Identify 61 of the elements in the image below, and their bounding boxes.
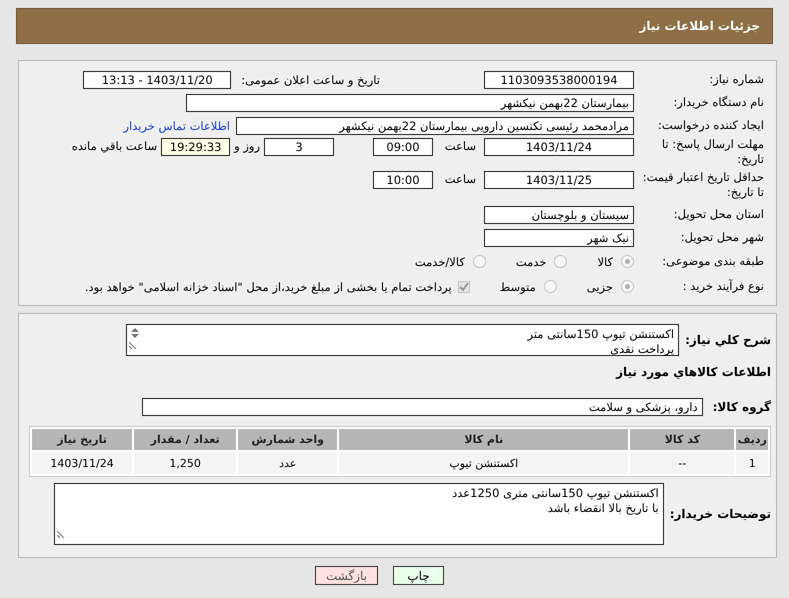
- description-field[interactable]: اکستنشن تیوپ 150سانتی متر پرداخت نقدی: [126, 324, 680, 356]
- option-label: خدمت: [516, 254, 546, 268]
- field-label: نام دستگاه خریدار:: [672, 95, 764, 110]
- field-label: توضیحات خریدار:: [670, 506, 771, 522]
- column-header: نام کالا: [339, 429, 628, 450]
- remaining-time-field[interactable]: 19:29:33: [161, 138, 230, 156]
- print-button[interactable]: چاپ: [393, 566, 444, 585]
- column-header: واحد شمارش: [238, 429, 338, 450]
- validity-date-field[interactable]: 1403/11/25: [484, 171, 634, 189]
- checkbox[interactable]: [458, 280, 470, 292]
- field-label: شهر محل تحویل:: [680, 230, 764, 245]
- field-label: طبقه بندی موضوعی:: [661, 254, 764, 269]
- contact-link[interactable]: اطلاعات تماس خریدار: [123, 118, 230, 132]
- field-label: شرح کلي نياز:: [685, 332, 771, 348]
- goods-group-field[interactable]: دارو، پزشکی و سلامت: [142, 398, 703, 416]
- city-field[interactable]: نیک شهر: [484, 228, 634, 246]
- treasury-note: پرداخت تمام یا بخشی از مبلغ خرید،از محل "اسناد خزانه اسلامی" خواهد بود.: [84, 280, 452, 294]
- table-cell: عدد: [238, 452, 338, 474]
- radio-button[interactable]: [554, 255, 568, 268]
- option-label: جزیی: [586, 280, 613, 294]
- validity-time-field[interactable]: 10:00: [373, 171, 433, 189]
- table-cell: 1403/11/24: [32, 452, 132, 474]
- field-label: ساعت: [444, 139, 477, 153]
- section-heading: اطلاعات كالاهاي مورد نياز: [614, 365, 771, 381]
- deadline-time-field[interactable]: 09:00: [373, 138, 433, 156]
- column-header: ردیف: [736, 429, 768, 450]
- table-cell: اکستنشن تیوپ: [339, 452, 628, 474]
- province-field[interactable]: سیستان و بلوچستان: [484, 206, 634, 224]
- back-button[interactable]: بازگشت: [315, 566, 378, 585]
- page-title: جزئیات اطلاعات نیاز: [639, 19, 760, 33]
- radio-button[interactable]: [544, 280, 557, 293]
- column-header: تعداد / مقدار: [134, 429, 236, 450]
- field-label: شماره نیاز:: [708, 72, 764, 87]
- buyer-notes-field[interactable]: اکستنشن تیوپ 150سانتی متری 1250عدد با تاریخ بالا انقضاء باشد: [54, 483, 664, 545]
- column-header: تاریخ نیاز: [32, 429, 132, 450]
- field-label: تاریخ و ساعت اعلان عمومی:: [241, 72, 380, 86]
- deadline-date-field[interactable]: 1403/11/24: [484, 138, 634, 156]
- table-cell: 1: [736, 452, 768, 474]
- buyer-org-field[interactable]: بیمارستان 22بهمن نیکشهر: [186, 94, 634, 112]
- creator-field[interactable]: مرادمحمد رئیسی تکنسین دارویی بیمارستان 22بهمن نیکشهر: [236, 116, 634, 134]
- option-label: متوسط: [500, 280, 536, 294]
- radio-button[interactable]: [621, 255, 634, 268]
- column-header: کد کالا: [630, 429, 734, 450]
- field-label: ساعت باقي مانده: [72, 139, 158, 153]
- option-label: کالا/خدمت: [414, 254, 465, 268]
- field-label: ایجاد کننده درخواست:: [657, 118, 764, 133]
- radio-button[interactable]: [472, 255, 486, 268]
- announce-date-field[interactable]: 1403/11/20 - 13:13: [83, 70, 232, 88]
- field-label: مهلت ارسال پاسخ: تا تاریخ:: [660, 137, 764, 167]
- radio-button[interactable]: [621, 280, 634, 293]
- field-label: ساعت: [444, 172, 477, 186]
- option-label: کالا: [597, 254, 613, 268]
- field-label: گروه کالا:: [712, 398, 771, 414]
- field-label: روز و: [234, 139, 260, 153]
- need-number-field[interactable]: 1103093538000194: [484, 70, 634, 88]
- field-label: استان محل تحویل:: [672, 207, 764, 222]
- field-label: حداقل تاریخ اعتبار قیمت: تا تاریخ:: [642, 170, 764, 200]
- field-label: نوع فرآیند خرید :: [682, 279, 764, 294]
- days-field[interactable]: 3: [264, 138, 334, 156]
- table-cell: --: [630, 452, 734, 474]
- table-cell: 1,250: [134, 452, 236, 474]
